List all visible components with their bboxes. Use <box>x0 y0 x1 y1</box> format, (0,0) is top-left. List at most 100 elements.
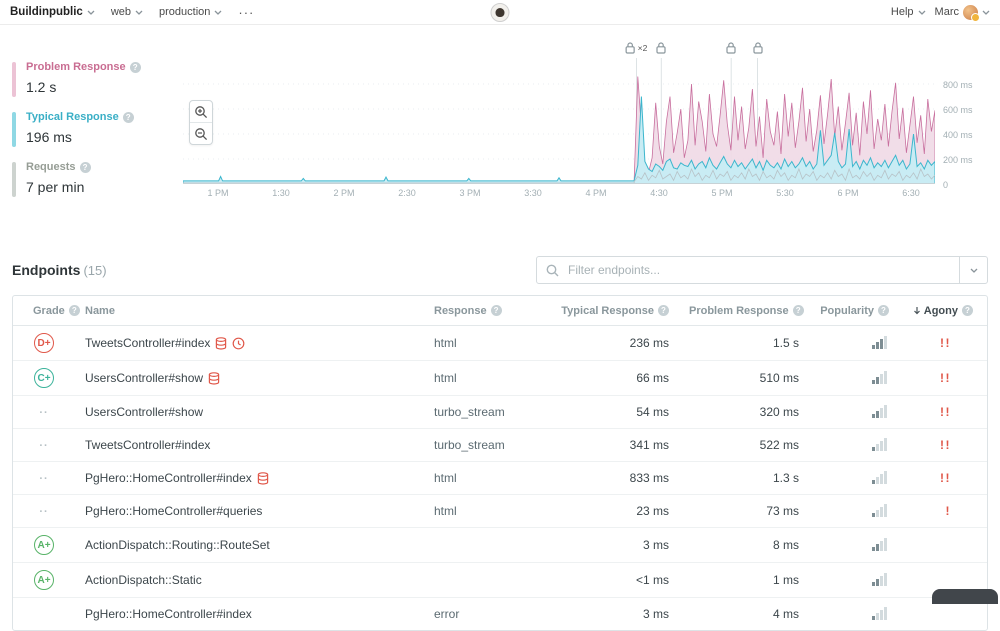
table-row[interactable]: A+ ActionDispatch::Routing::RouteSet 3 ms 8… <box>13 527 987 563</box>
column-header-popularity[interactable]: Popularity? <box>809 296 899 326</box>
database-icon <box>208 371 220 385</box>
deploy-marker[interactable] <box>726 42 736 54</box>
popularity-cell <box>809 461 899 495</box>
deploy-marker[interactable]: ×2 <box>626 42 647 54</box>
help-icon[interactable]: ? <box>878 305 889 316</box>
chevron-down-icon <box>970 268 977 273</box>
x-tick-label: 2:30 <box>398 188 416 198</box>
app-badge[interactable] <box>490 3 510 22</box>
popularity-bars-icon <box>872 370 887 384</box>
popularity-bars-icon <box>872 437 887 451</box>
agony-value: !! <box>899 395 987 429</box>
y-tick-label: 0 <box>943 180 949 190</box>
app-badge-icon <box>490 3 510 22</box>
endpoint-name[interactable]: UsersController#show <box>85 405 203 419</box>
problem-response-value: 1 ms <box>679 562 809 598</box>
help-icon[interactable]: ? <box>122 111 134 123</box>
deploy-markers: ×2 <box>183 42 935 56</box>
endpoint-name[interactable]: ActionDispatch::Routing::RouteSet <box>85 538 270 552</box>
filter-dropdown-button[interactable] <box>959 257 987 283</box>
column-header-response[interactable]: Response? <box>424 296 539 326</box>
zoom-in-button[interactable] <box>190 101 212 122</box>
problem-response-value: 1.5 s <box>772 336 799 350</box>
help-icon[interactable]: ? <box>490 305 502 316</box>
help-icon[interactable]: ? <box>68 305 80 316</box>
help-icon[interactable]: ? <box>658 305 669 316</box>
chart-canvas[interactable] <box>183 58 935 184</box>
more-menu[interactable]: ··· <box>238 5 254 20</box>
table-row[interactable]: C+ UsersController#show html 66 ms 510 ms!! <box>13 360 987 396</box>
x-tick-label: 3 PM <box>459 188 481 198</box>
overview-section: Problem Response? 1.2 s Typical Response? 1… <box>0 25 1000 210</box>
column-header-agony[interactable]: Agony? <box>899 296 987 326</box>
grade-badge: A+ <box>34 570 54 590</box>
endpoint-name[interactable]: TweetsController#index <box>85 336 210 350</box>
table-row[interactable]: D+ TweetsController#index html 236 ms 1.5 s!… <box>13 326 987 361</box>
brand-menu[interactable]: Buildinpublic <box>10 6 95 18</box>
app-menu-label: web <box>110 6 132 18</box>
metric-accent-bar <box>12 112 16 147</box>
topbar: Buildinpublic web production ··· Help Ma… <box>0 0 1000 25</box>
typical-response-value: 3 ms <box>539 597 679 630</box>
lock-icon <box>726 42 736 54</box>
popularity-bars-icon <box>872 537 887 551</box>
deploy-marker[interactable] <box>752 42 763 54</box>
response-time-chart[interactable]: ×2 1 PM 1:30 2 PM 2:30 3 PM 3:30 4 PM 4:30 5 PM 5… <box>183 42 973 198</box>
app-menu[interactable]: web <box>111 6 143 18</box>
filter-box <box>536 256 988 284</box>
metric-problem-response: Problem Response? 1.2 s <box>12 60 183 103</box>
endpoints-title-text: Endpoints <box>12 262 81 278</box>
magnifier-minus-icon <box>195 127 208 140</box>
zoom-out-button[interactable] <box>190 122 212 144</box>
lock-icon <box>752 42 763 54</box>
table-row[interactable]: ·· PgHero::HomeController#queries html 23 m… <box>13 494 987 528</box>
endpoint-name[interactable]: TweetsController#index <box>85 438 210 452</box>
x-tick-label: 4 PM <box>585 188 607 198</box>
table-row[interactable]: ·· TweetsController#index turbo_stream 341 … <box>13 428 987 462</box>
table-row[interactable]: A+ ActionDispatch::Static <1 ms 1 ms <box>13 562 987 598</box>
typical-response-value: 3 ms <box>539 527 679 563</box>
user-name: Marc <box>934 6 959 18</box>
help-icon[interactable]: ? <box>129 61 141 73</box>
column-header-name[interactable]: Name <box>75 296 424 326</box>
deploy-marker[interactable] <box>656 42 666 54</box>
endpoint-name[interactable]: UsersController#show <box>85 371 203 385</box>
table-row[interactable]: ·· UsersController#show turbo_stream 54 ms 3… <box>13 395 987 429</box>
endpoint-name[interactable]: PgHero::HomeController#index <box>85 607 252 621</box>
typical-response-value: 236 ms <box>629 336 669 350</box>
endpoint-name[interactable]: PgHero::HomeController#queries <box>85 504 262 518</box>
x-tick-label: 6 PM <box>837 188 859 198</box>
endpoint-name[interactable]: ActionDispatch::Static <box>85 573 202 587</box>
table-row[interactable]: PgHero::HomeController#index error 3 ms 4 m… <box>13 597 987 630</box>
environment-label: production <box>159 6 211 18</box>
agony-value: !! <box>899 360 987 396</box>
response-format: turbo_stream <box>424 428 539 462</box>
column-header-problem-response[interactable]: Problem Response? <box>679 296 809 326</box>
problem-response-value: 4 ms <box>679 597 809 630</box>
agony-value: !! <box>899 428 987 462</box>
typical-response-value: 66 ms <box>539 360 679 396</box>
endpoint-name[interactable]: PgHero::HomeController#index <box>85 471 252 485</box>
chevron-down-icon <box>982 10 990 15</box>
agony-value: ! <box>899 494 987 528</box>
x-tick-label: 5:30 <box>776 188 794 198</box>
filter-endpoints-input[interactable] <box>566 262 959 278</box>
bottom-right-widget[interactable] <box>932 589 998 604</box>
environment-menu[interactable]: production <box>159 6 222 18</box>
metric-label: Requests <box>26 161 76 173</box>
user-menu[interactable]: Marc <box>934 4 990 22</box>
help-icon[interactable]: ? <box>792 305 804 316</box>
response-format <box>424 527 539 563</box>
column-header-grade[interactable]: Grade? <box>13 296 80 326</box>
chevron-down-icon <box>87 10 95 15</box>
magnifier-plus-icon <box>195 105 208 118</box>
x-axis-labels: 1 PM 1:30 2 PM 2:30 3 PM 3:30 4 PM 4:30 5 PM 5:30… <box>183 188 935 202</box>
column-header-typical-response[interactable]: Typical Response? <box>539 296 679 326</box>
table-row[interactable]: ·· PgHero::HomeController#index html 833 ms… <box>13 461 987 495</box>
help-icon[interactable]: ? <box>79 161 91 173</box>
problem-response-value: 1.3 s <box>679 461 809 495</box>
help-icon[interactable]: ? <box>962 305 973 316</box>
problem-response-value: 320 ms <box>679 395 809 429</box>
sort-desc-icon <box>913 307 920 315</box>
help-menu[interactable]: Help <box>891 6 926 18</box>
